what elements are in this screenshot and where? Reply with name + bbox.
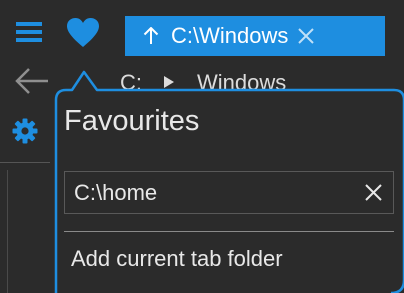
tab-label: C:\Windows	[171, 23, 289, 48]
breadcrumb-folder[interactable]: Windows	[197, 70, 286, 96]
top-bar: C:\Windows	[0, 0, 404, 56]
navigation-bar: C: Windows	[0, 56, 404, 104]
tab-current[interactable]: C:\Windows	[125, 16, 385, 56]
close-icon[interactable]	[364, 183, 383, 202]
breadcrumb-drive[interactable]: C:	[120, 70, 142, 96]
arrow-left-icon[interactable]	[14, 66, 50, 96]
popup-title: Favourites	[64, 105, 200, 137]
side-divider	[0, 162, 50, 163]
gear-icon[interactable]	[12, 118, 38, 144]
side-divider-vertical	[7, 170, 8, 293]
triangle-right-icon	[164, 75, 174, 88]
favourite-entry[interactable]	[64, 171, 394, 214]
side-panel	[0, 104, 56, 293]
arrow-up-icon[interactable]	[143, 26, 159, 45]
add-current-tab-folder-button[interactable]: Add current tab folder	[71, 246, 283, 272]
favourite-path-input[interactable]	[74, 172, 354, 213]
close-icon[interactable]	[297, 27, 315, 45]
popup-divider	[64, 231, 394, 232]
hamburger-menu-icon[interactable]	[16, 20, 42, 44]
heart-icon[interactable]	[66, 17, 100, 49]
